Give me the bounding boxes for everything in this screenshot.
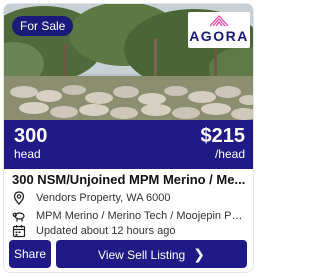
listing-title[interactable]: 300 NSM/Unjoined MPM Merino / Me... (12, 172, 248, 187)
logo-text: AGORA (189, 28, 249, 44)
share-button[interactable]: Share (9, 240, 51, 268)
for-sale-badge: For Sale (12, 16, 74, 36)
listing-photo[interactable]: For Sale AGORA (4, 4, 253, 120)
price-unit: /head (214, 147, 245, 161)
location-row: Vendors Property, WA 6000 (12, 191, 248, 207)
calendar-icon (12, 225, 26, 238)
view-sell-listing-button[interactable]: View Sell Listing ❯ (56, 240, 247, 268)
head-count-unit: head (14, 147, 41, 161)
sheep-icon (12, 212, 25, 222)
breed-row: MPM Merino / Merino Tech / Moojepin Perf… (12, 209, 248, 225)
location-text: Vendors Property, WA 6000 (36, 192, 171, 204)
updated-text: Updated about 12 hours ago (36, 225, 176, 237)
view-sell-listing-label: View Sell Listing (98, 248, 186, 262)
price-band: 300 head $215 /head (4, 120, 253, 169)
map-pin-icon (13, 191, 25, 205)
price-value: $215 (200, 125, 246, 147)
listing-card[interactable]: For Sale AGORA 300 head $215 /head 300 N… (3, 3, 254, 273)
breed-text: MPM Merino / Merino Tech / Moojepin Perf… (36, 210, 248, 222)
head-count: 300 (14, 125, 48, 147)
chevron-right-icon: ❯ (193, 246, 205, 262)
agora-logo: AGORA (188, 12, 250, 48)
updated-row: Updated about 12 hours ago (12, 224, 248, 240)
